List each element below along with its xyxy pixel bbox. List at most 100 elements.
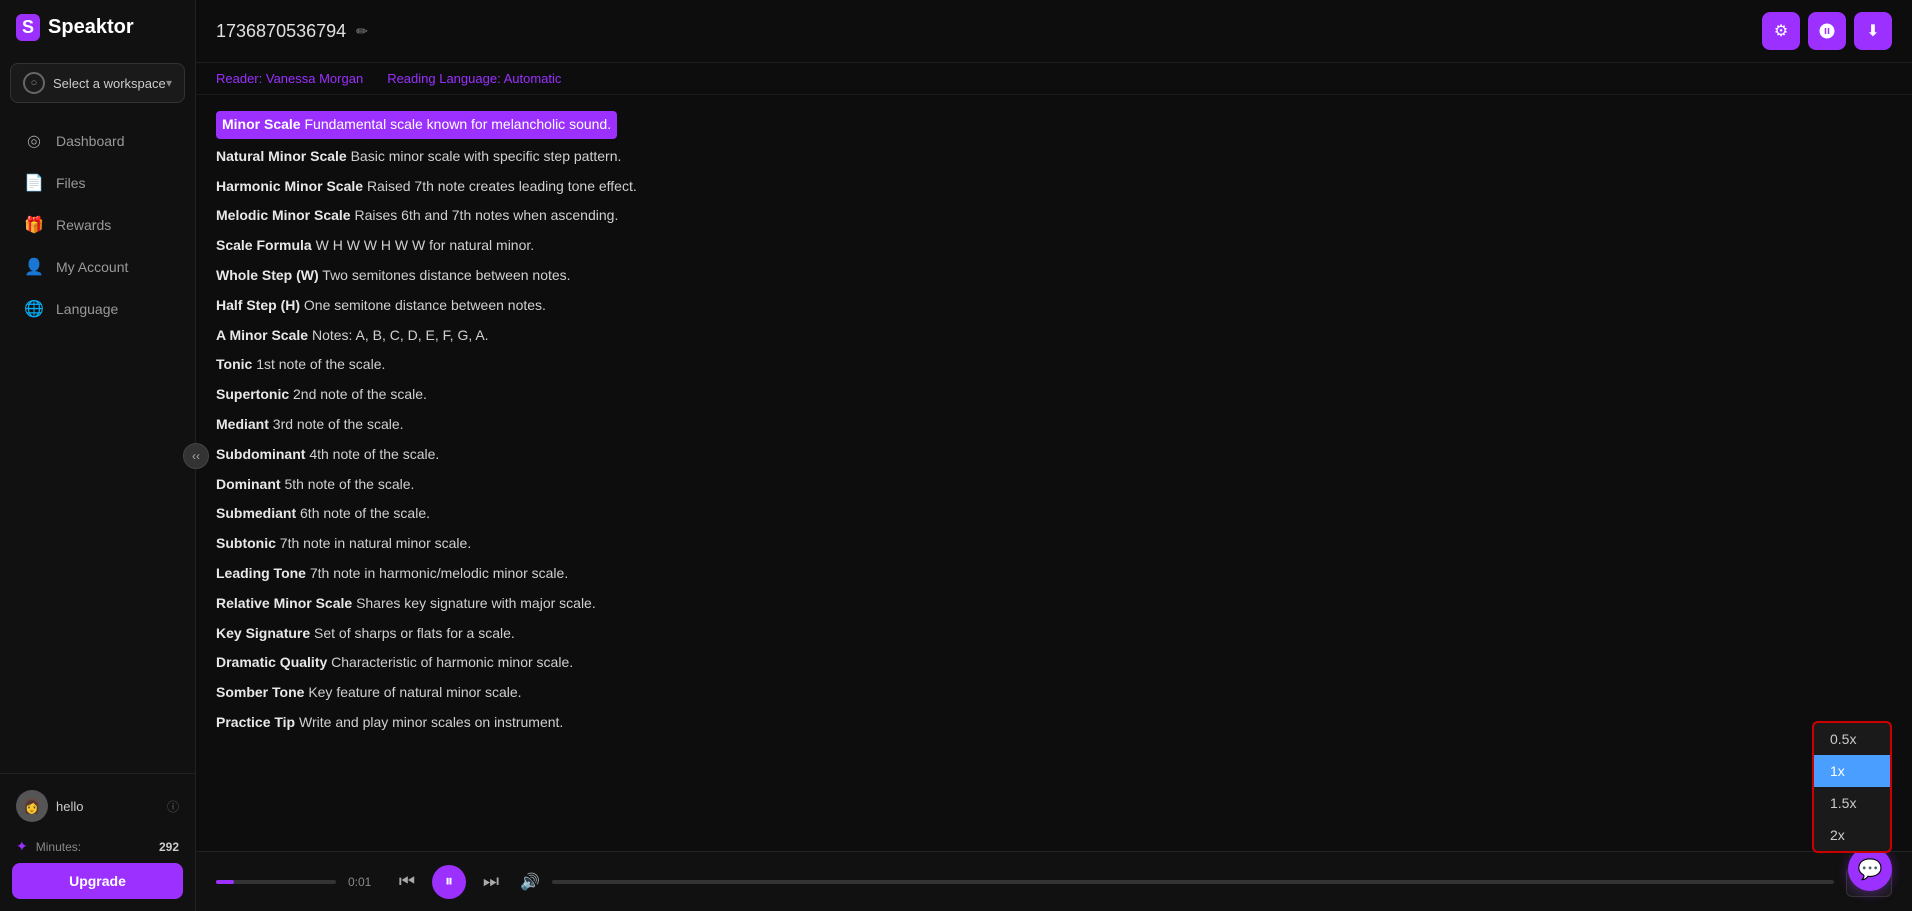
minutes-icon: ✦ xyxy=(16,838,28,855)
upgrade-button[interactable]: Upgrade xyxy=(12,863,183,899)
description: Key feature of natural minor scale. xyxy=(308,684,521,700)
collapse-sidebar-button[interactable]: ‹‹ xyxy=(183,443,209,469)
text-line: Tonic 1st note of the scale. xyxy=(216,353,1892,377)
description: Raised 7th note creates leading tone eff… xyxy=(367,178,637,194)
text-line: Relative Minor Scale Shares key signatur… xyxy=(216,592,1892,616)
mini-progress-bar[interactable] xyxy=(216,880,336,884)
workspace-label: Select a workspace xyxy=(53,76,166,91)
sidebar-item-label: Dashboard xyxy=(56,133,125,149)
description: 3rd note of the scale. xyxy=(273,416,404,432)
minutes-row: ✦ Minutes: 292 xyxy=(12,834,183,863)
term: Minor Scale xyxy=(222,116,301,132)
term: Scale Formula xyxy=(216,237,312,253)
text-line: Mediant 3rd note of the scale. xyxy=(216,413,1892,437)
description: 6th note of the scale. xyxy=(300,505,430,521)
language-icon: 🌐 xyxy=(24,299,44,319)
text-line: Subtonic 7th note in natural minor scale… xyxy=(216,532,1892,556)
reading-language: Reading Language: Automatic xyxy=(387,71,561,86)
pause-button[interactable]: ⏸ xyxy=(432,865,466,899)
reader-name: Reader: Vanessa Morgan xyxy=(216,71,363,86)
speed-option-0.5x[interactable]: 0.5x xyxy=(1814,723,1890,755)
description: One semitone distance between notes. xyxy=(304,297,546,313)
player-bar: 0:01 ⏮ ⏸ ⏭ 🔊 0.5x 1x 1.5x 2x 1x ▾ xyxy=(196,851,1912,911)
time-display: 0:01 xyxy=(348,875,378,889)
description: Basic minor scale with specific step pat… xyxy=(351,148,622,164)
term: Tonic xyxy=(216,356,252,372)
sidebar-item-label: Rewards xyxy=(56,217,111,233)
workspace-selector[interactable]: ○ Select a workspace ▾ xyxy=(10,63,185,103)
term: Mediant xyxy=(216,416,269,432)
term: Dominant xyxy=(216,476,281,492)
term: Somber Tone xyxy=(216,684,304,700)
term: Leading Tone xyxy=(216,565,306,581)
sidebar-item-label: Files xyxy=(56,175,86,191)
term: Half Step (H) xyxy=(216,297,300,313)
term: Whole Step (W) xyxy=(216,267,319,283)
sidebar-item-language[interactable]: 🌐 Language xyxy=(8,289,187,329)
term: A Minor Scale xyxy=(216,327,308,343)
logo: S Speaktor xyxy=(0,0,195,55)
previous-button[interactable]: ⏮ xyxy=(390,865,424,899)
text-line: Harmonic Minor Scale Raised 7th note cre… xyxy=(216,175,1892,199)
info-icon[interactable]: ⓘ xyxy=(167,798,179,815)
playback-progress-bar[interactable] xyxy=(552,880,1834,884)
description: Set of sharps or flats for a scale. xyxy=(314,625,515,641)
description: Write and play minor scales on instrumen… xyxy=(299,714,563,730)
avatar: 👩 xyxy=(16,790,48,822)
speed-option-2x[interactable]: 2x xyxy=(1814,819,1890,851)
content-area[interactable]: Minor Scale Fundamental scale known for … xyxy=(196,95,1912,851)
term: Subtonic xyxy=(216,535,276,551)
text-line: Dramatic Quality Characteristic of harmo… xyxy=(216,651,1892,675)
sidebar-item-dashboard[interactable]: ◎ Dashboard xyxy=(8,121,187,161)
chat-icon: 💬 xyxy=(1858,857,1883,882)
text-line: Subdominant 4th note of the scale. xyxy=(216,443,1892,467)
header: 1736870536794 ✏ ⚙ ⬇ xyxy=(196,0,1912,63)
minutes-count: 292 xyxy=(159,840,179,854)
text-line: Leading Tone 7th note in harmonic/melodi… xyxy=(216,562,1892,586)
speed-option-1.5x[interactable]: 1.5x xyxy=(1814,787,1890,819)
text-line: Supertonic 2nd note of the scale. xyxy=(216,383,1892,407)
minutes-label: Minutes: xyxy=(36,840,81,854)
text-line: Minor Scale Fundamental scale known for … xyxy=(216,111,617,139)
description: 4th note of the scale. xyxy=(309,446,439,462)
settings-button[interactable]: ⚙ xyxy=(1762,12,1800,50)
term: Submediant xyxy=(216,505,296,521)
sidebar-item-files[interactable]: 📄 Files xyxy=(8,163,187,203)
text-line: Scale Formula W H W W H W W for natural … xyxy=(216,234,1892,258)
reader-bar: Reader: Vanessa Morgan Reading Language:… xyxy=(196,63,1912,95)
chevron-down-icon: ▾ xyxy=(166,76,172,90)
edit-title-icon[interactable]: ✏ xyxy=(356,23,368,40)
voice-button[interactable] xyxy=(1808,12,1846,50)
text-line: Practice Tip Write and play minor scales… xyxy=(216,711,1892,735)
description: Raises 6th and 7th notes when ascending. xyxy=(354,207,618,223)
text-line: Melodic Minor Scale Raises 6th and 7th n… xyxy=(216,204,1892,228)
term: Practice Tip xyxy=(216,714,295,730)
description: 2nd note of the scale. xyxy=(293,386,427,402)
sidebar-item-label: My Account xyxy=(56,259,128,275)
text-line: Somber Tone Key feature of natural minor… xyxy=(216,681,1892,705)
term: Supertonic xyxy=(216,386,289,402)
text-line: Dominant 5th note of the scale. xyxy=(216,473,1892,497)
main-content: 1736870536794 ✏ ⚙ ⬇ Reader: Vanessa Morg… xyxy=(196,0,1912,911)
username: hello xyxy=(56,799,83,814)
chat-bubble-button[interactable]: 💬 xyxy=(1848,847,1892,891)
description: Two semitones distance between notes. xyxy=(322,267,570,283)
next-button[interactable]: ⏭ xyxy=(474,865,508,899)
description: 7th note in natural minor scale. xyxy=(280,535,471,551)
term: Key Signature xyxy=(216,625,310,641)
term: Harmonic Minor Scale xyxy=(216,178,363,194)
sidebar-item-my-account[interactable]: 👤 My Account xyxy=(8,247,187,287)
rewards-icon: 🎁 xyxy=(24,215,44,235)
text-line: Natural Minor Scale Basic minor scale wi… xyxy=(216,145,1892,169)
term: Melodic Minor Scale xyxy=(216,207,351,223)
description: Characteristic of harmonic minor scale. xyxy=(331,654,573,670)
description: 1st note of the scale. xyxy=(256,356,385,372)
document-title: 1736870536794 xyxy=(216,21,346,42)
sidebar-item-rewards[interactable]: 🎁 Rewards xyxy=(8,205,187,245)
download-button[interactable]: ⬇ xyxy=(1854,12,1892,50)
logo-icon: S xyxy=(16,14,40,41)
files-icon: 📄 xyxy=(24,173,44,193)
sidebar-footer: 👩 hello ⓘ ✦ Minutes: 292 Upgrade xyxy=(0,773,195,911)
volume-icon[interactable]: 🔊 xyxy=(520,872,540,892)
speed-option-1x[interactable]: 1x xyxy=(1814,755,1890,787)
